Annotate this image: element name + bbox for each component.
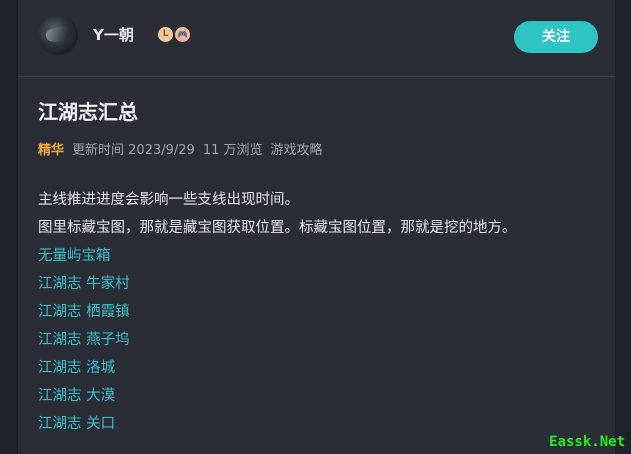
- view-count: 11 万浏览: [202, 143, 263, 158]
- link-guankou[interactable]: 江湖志 关口: [38, 410, 608, 438]
- essence-tag: 精华: [38, 143, 65, 158]
- link-yanziwu[interactable]: 江湖志 燕子坞: [38, 326, 608, 354]
- follow-button[interactable]: 关注: [514, 21, 598, 53]
- avatar-image: [44, 23, 74, 45]
- post-body: 主线推进进度会影响一些支线出现时间。 图里标藏宝图，那就是藏宝图获取位置。标藏宝…: [38, 186, 608, 438]
- category-label[interactable]: 游戏攻略: [271, 143, 323, 158]
- gamepad-badge-icon: 🎮: [175, 27, 190, 42]
- body-paragraph: 主线推进进度会影响一些支线出现时间。: [38, 192, 299, 208]
- author-header: Y一朝 L 🎮 关注: [18, 0, 615, 77]
- link-qixiazhen[interactable]: 江湖志 栖霞镇: [38, 298, 608, 326]
- link-luocheng[interactable]: 江湖志 洛城: [38, 354, 608, 382]
- body-paragraph: 图里标藏宝图，那就是藏宝图获取位置。标藏宝图位置，那就是挖的地方。: [38, 220, 517, 236]
- site-watermark: Eassk.Net: [549, 434, 625, 450]
- level-badge-icon: L: [158, 27, 173, 42]
- post-card: Y一朝 L 🎮 关注 江湖志汇总 精华 更新时间 2023/9/29 11 万浏览游…: [18, 0, 615, 454]
- updated-time: 更新时间 2023/9/29: [72, 143, 195, 158]
- post-meta: 精华 更新时间 2023/9/29 11 万浏览 游戏攻略: [38, 142, 323, 160]
- author-name[interactable]: Y一朝: [93, 25, 134, 45]
- link-wuliangyu-chest[interactable]: 无量屿宝箱: [38, 242, 608, 270]
- link-niujiacun[interactable]: 江湖志 牛家村: [38, 270, 608, 298]
- page: Y一朝 L 🎮 关注 江湖志汇总 精华 更新时间 2023/9/29 11 万浏览游…: [0, 0, 631, 454]
- avatar[interactable]: [38, 15, 78, 55]
- post-title: 江湖志汇总: [38, 100, 138, 124]
- link-damo[interactable]: 江湖志 大漠: [38, 382, 608, 410]
